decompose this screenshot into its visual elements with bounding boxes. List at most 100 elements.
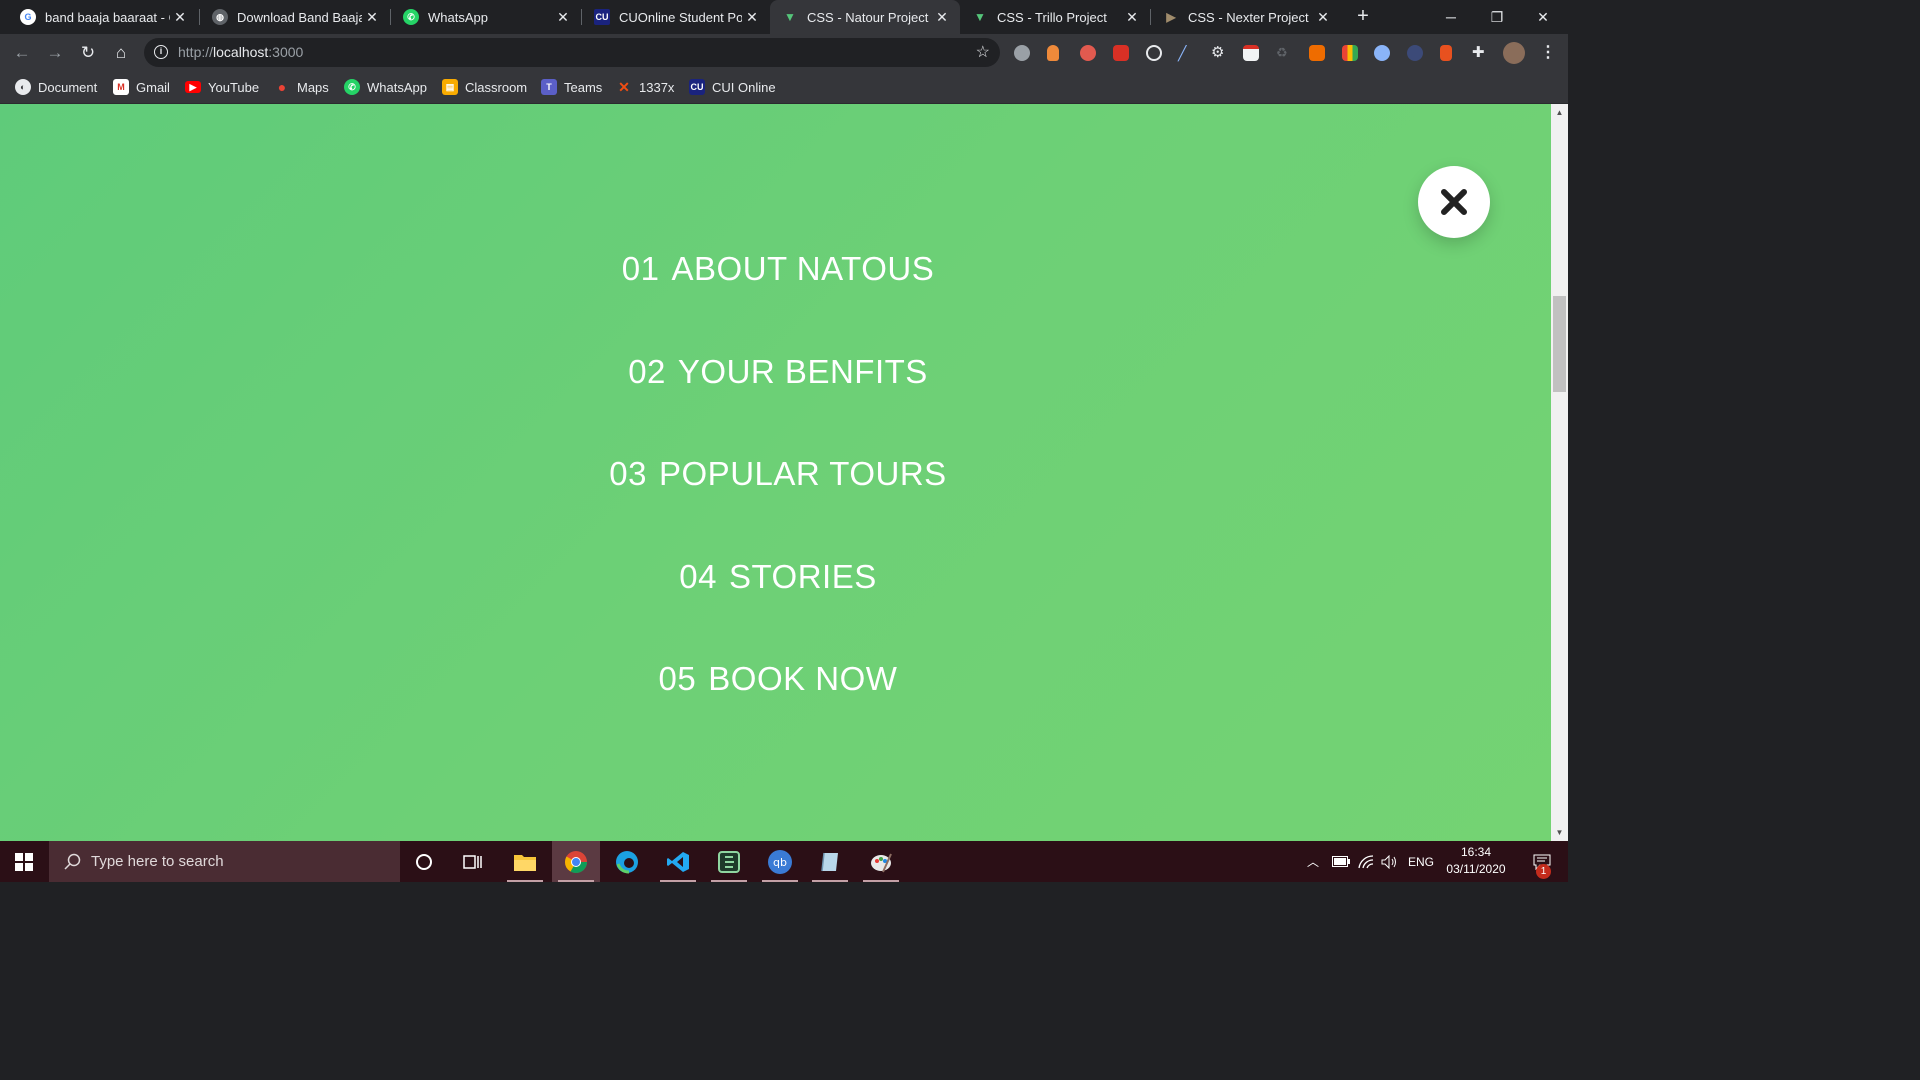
profile-avatar[interactable] [1503,42,1525,64]
paint-taskbar-icon[interactable] [857,841,905,882]
nav-link-number: 03 [609,455,647,492]
restore-icon[interactable]: ❐ [1474,0,1520,34]
wifi-icon[interactable] [1358,841,1374,882]
address-bar[interactable]: i http://localhost:3000 ☆ [144,38,1000,67]
nav-link-book[interactable]: 05 BOOK NOW [0,660,1551,698]
nav-link-label: ABOUT NATOUS [671,250,935,287]
tab-close-icon[interactable]: ✕ [170,9,190,26]
tab-1[interactable]: G band baaja baaraat - G ✕ [8,0,198,34]
bookmark-1337x[interactable]: ✕ 1337x [616,78,674,96]
app-taskbar-icon[interactable] [705,841,753,882]
reload-icon[interactable]: ↻ [75,40,101,66]
extension-dark-icon[interactable] [1407,45,1423,61]
start-button[interactable] [0,841,48,882]
tab-close-icon[interactable]: ✕ [742,9,762,26]
bookmark-classroom[interactable]: ▤ Classroom [442,78,527,96]
qbittorrent-icon: qb [768,849,792,874]
cortana-icon[interactable] [400,841,448,882]
nav-link-number: 04 [679,558,717,595]
vscode-taskbar-icon[interactable] [654,841,702,882]
bookmark-teams[interactable]: T Teams [541,78,602,96]
language-indicator[interactable]: ENG [1408,841,1434,882]
taskbar-clock[interactable]: 16:34 03/11/2020 [1438,844,1514,878]
extension-colorpick-icon[interactable] [1342,45,1358,61]
tab-2[interactable]: ◍ Download Band Baaja B ✕ [200,0,390,34]
edge-taskbar-icon[interactable] [603,841,651,882]
task-view-icon[interactable] [449,841,497,882]
bookmark-label: 1337x [639,79,675,95]
tab-title: CSS - Natour Project [807,9,929,25]
tab-4[interactable]: CU CUOnline Student Port ✕ [582,0,770,34]
search-placeholder: Type here to search [91,853,224,870]
document-icon: ◐ [15,79,31,95]
tab-close-icon[interactable]: ✕ [362,9,382,26]
bookmark-gmail[interactable]: M Gmail [113,78,170,96]
address-url[interactable]: http://localhost:3000 [178,44,303,60]
nav-link-tours[interactable]: 03 POPULAR TOURS [0,455,1551,493]
notes-taskbar-icon[interactable] [806,841,854,882]
tab-close-icon[interactable]: ✕ [1313,9,1333,26]
window-close-icon[interactable]: ✕ [1520,0,1566,34]
forward-arrow-icon[interactable]: → [42,40,68,66]
extension-bottle-icon[interactable] [1440,45,1452,61]
minimize-icon[interactable]: ─ [1428,0,1474,34]
volume-icon[interactable] [1381,841,1399,882]
scroll-up-arrow-icon[interactable]: ▲ [1551,104,1568,121]
bookmark-cui-online[interactable]: CU CUI Online [689,78,776,96]
cui-icon: CU [689,79,705,95]
extension-ublock-icon[interactable] [1047,45,1059,61]
tab-6[interactable]: ▼ CSS - Trillo Project ✕ [960,0,1150,34]
cortana-circle-icon [416,853,432,870]
bookmark-label: YouTube [208,79,260,95]
chrome-taskbar-icon[interactable] [552,841,600,882]
scroll-down-arrow-icon[interactable]: ▼ [1551,824,1568,841]
file-explorer-icon[interactable] [501,841,549,882]
tab-5[interactable]: ▼ CSS - Natour Project ✕ [770,0,960,34]
extension-picker-icon[interactable]: ╱ [1178,45,1194,61]
tray-chevron-icon[interactable]: ︿ [1307,841,1319,882]
tab-3[interactable]: ✆ WhatsApp ✕ [391,0,581,34]
battery-icon[interactable] [1332,841,1350,882]
extensions-puzzle-icon[interactable]: ✚ [1472,45,1488,61]
search-icon [64,853,81,870]
scrollbar-thumb[interactable] [1553,296,1566,392]
extension-recycle-icon[interactable]: ♻ [1276,45,1292,61]
extension-settings-gear-icon[interactable]: ⚙ [1211,45,1227,61]
back-arrow-icon[interactable]: ← [9,40,35,66]
task-view-glyph-icon [463,854,482,869]
home-icon[interactable]: ⌂ [108,40,134,66]
qbittorrent-taskbar-icon[interactable]: qb [756,841,804,882]
paint-palette-icon [871,853,892,872]
running-indicator [812,880,848,882]
tab-close-icon[interactable]: ✕ [1122,9,1142,26]
bookmark-youtube[interactable]: ▶ YouTube [185,78,259,96]
tab-close-icon[interactable]: ✕ [932,9,952,26]
bookmark-whatsapp[interactable]: ✆ WhatsApp [344,78,427,96]
nav-link-about[interactable]: 01 ABOUT NATOUS [0,250,1551,288]
clock-time: 16:34 [1460,845,1492,859]
youtube-icon: ▶ [185,81,201,93]
bookmark-maps[interactable]: ● Maps [274,78,329,96]
nav-link-benefits[interactable]: 02 YOUR BENFITS [0,353,1551,391]
nav-link-stories[interactable]: 04 STORIES [0,558,1551,596]
extension-grammarly-icon[interactable] [1014,45,1030,61]
bookmark-star-icon[interactable]: ☆ [976,42,990,62]
classroom-icon: ▤ [442,79,458,95]
extension-capture-icon[interactable] [1080,45,1096,61]
close-navigation-button[interactable] [1418,166,1490,238]
extension-target-icon[interactable] [1146,45,1162,61]
globe-icon: ◍ [212,9,228,25]
running-indicator [762,880,798,882]
page-scrollbar[interactable]: ▲ ▼ [1551,104,1568,841]
taskbar-search[interactable]: Type here to search [49,841,400,882]
tab-close-icon[interactable]: ✕ [553,9,573,26]
extension-tab-icon[interactable] [1309,45,1325,61]
info-icon[interactable]: i [154,45,168,59]
browser-menu-icon[interactable]: ⋮ [1540,42,1556,62]
extension-ring-icon[interactable] [1374,45,1390,61]
tab-7[interactable]: ▶ CSS - Nexter Project ✕ [1151,0,1341,34]
bookmark-document[interactable]: ◐ Document [15,78,97,96]
new-tab-plus-icon[interactable]: + [1352,5,1374,27]
extension-notes-icon[interactable] [1243,45,1259,61]
extension-video-icon[interactable] [1113,45,1129,61]
